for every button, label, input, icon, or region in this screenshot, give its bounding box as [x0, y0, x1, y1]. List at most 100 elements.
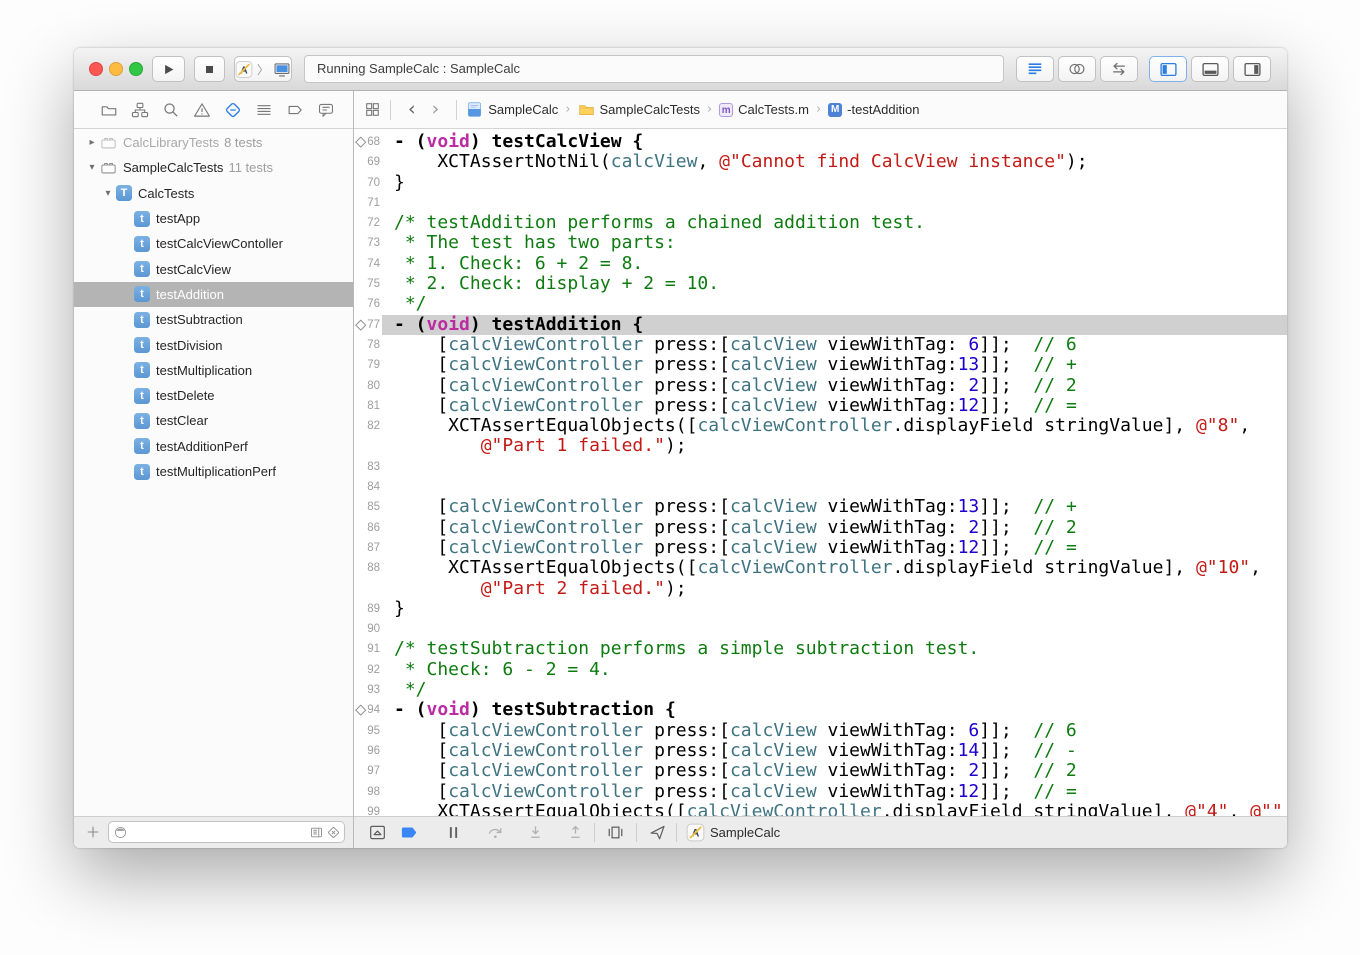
assistant-editor-button[interactable]	[1058, 56, 1096, 82]
navigator-filter-bar	[74, 816, 353, 848]
zoom-window-button[interactable]	[129, 62, 143, 76]
code-line-79[interactable]: 79 [calcViewController press:[calcView v…	[354, 355, 1287, 375]
code-line-93[interactable]: 93 */	[354, 680, 1287, 700]
code-line-83[interactable]: 83	[354, 457, 1287, 477]
breadcrumb-samplecalctests[interactable]: SampleCalcTests	[578, 101, 700, 118]
source-editor[interactable]: 68- (void) testCalcView {69 XCTAssertNot…	[354, 129, 1287, 816]
code-line-76[interactable]: 76 */	[354, 294, 1287, 314]
divider	[594, 823, 595, 842]
failed-tests-filter-icon[interactable]	[326, 825, 341, 840]
minimize-window-button[interactable]	[109, 62, 123, 76]
test-list-item-SampleCalcTests[interactable]: ▾SampleCalcTests11 tests	[74, 155, 353, 180]
breadcrumb-testaddition[interactable]: M-testAddition	[828, 102, 919, 117]
test-navigator-tab[interactable]	[224, 101, 242, 119]
code-line-94[interactable]: 94- (void) testSubtraction {	[354, 700, 1287, 720]
stop-button[interactable]	[194, 56, 225, 82]
test-list-item-testAddition[interactable]: ttestAddition	[74, 282, 353, 307]
step-out-button[interactable]	[566, 823, 585, 842]
test-list-item-testClear[interactable]: ttestClear	[74, 408, 353, 433]
code-line-75[interactable]: 75 * 2. Check: display + 2 = 10.	[354, 274, 1287, 294]
simulate-location-button[interactable]	[648, 823, 667, 842]
code-line-74[interactable]: 74 * 1. Check: 6 + 2 = 8.	[354, 254, 1287, 274]
breadcrumb-calctestsm[interactable]: mCalcTests.m	[719, 102, 809, 117]
debug-bar: ASampleCalc	[354, 816, 1287, 848]
code-line-98[interactable]: 98 [calcViewController press:[calcView v…	[354, 782, 1287, 802]
add-button[interactable]	[85, 824, 101, 840]
issue-navigator-tab[interactable]	[193, 101, 211, 119]
step-over-button[interactable]	[486, 823, 505, 842]
hide-debug-area-button[interactable]	[368, 823, 387, 842]
step-into-button[interactable]	[526, 823, 545, 842]
filter-scope-icon[interactable]	[113, 825, 128, 840]
line-number: 71	[354, 193, 380, 213]
test-list-item-CalcLibraryTests[interactable]: ▸CalcLibraryTests8 tests	[74, 130, 353, 155]
test-list-item-testCalcView[interactable]: ttestCalcView	[74, 256, 353, 281]
code-line-87[interactable]: 87 [calcViewController press:[calcView v…	[354, 538, 1287, 558]
line-number: 76	[354, 294, 380, 314]
code-line-70[interactable]: 70}	[354, 173, 1287, 193]
test-list-item-testDelete[interactable]: ttestDelete	[74, 383, 353, 408]
test-list-item-testApp[interactable]: ttestApp	[74, 206, 353, 231]
code-line-99[interactable]: 99 XCTAssertEqualObjects([calcViewContro…	[354, 802, 1287, 816]
related-items-icon[interactable]	[364, 101, 381, 118]
code-line-wrap[interactable]: @"Part 2 failed.");	[354, 579, 1287, 599]
debug-navigator-tab[interactable]	[255, 101, 273, 119]
code-line-72[interactable]: 72/* testAddition performs a chained add…	[354, 213, 1287, 233]
pause-button[interactable]	[444, 823, 463, 842]
code-line-68[interactable]: 68- (void) testCalcView {	[354, 132, 1287, 152]
code-line-89[interactable]: 89}	[354, 599, 1287, 619]
code-line-81[interactable]: 81 [calcViewController press:[calcView v…	[354, 396, 1287, 416]
toggle-inspector-button[interactable]	[1233, 56, 1271, 82]
scheme-selector[interactable]: A 〉	[234, 56, 292, 82]
code-line-73[interactable]: 73 * The test has two parts:	[354, 233, 1287, 253]
test-list-item-testAdditionPerf[interactable]: ttestAdditionPerf	[74, 434, 353, 459]
breakpoint-navigator-tab[interactable]	[286, 101, 304, 119]
code-line-82[interactable]: 82 XCTAssertEqualObjects([calcViewContro…	[354, 416, 1287, 436]
code-line-90[interactable]: 90	[354, 619, 1287, 639]
breakpoints-enabled-button[interactable]	[400, 823, 419, 842]
code-line-78[interactable]: 78 [calcViewController press:[calcView v…	[354, 335, 1287, 355]
disclosure-closed-icon[interactable]: ▸	[84, 137, 100, 148]
recent-tests-filter-icon[interactable]	[309, 825, 324, 840]
debug-view-hierarchy-button[interactable]	[606, 823, 625, 842]
chevron-back-icon[interactable]: ‹	[408, 100, 416, 119]
code-line-85[interactable]: 85 [calcViewController press:[calcView v…	[354, 497, 1287, 517]
report-navigator-tab[interactable]	[317, 101, 335, 119]
code-line-86[interactable]: 86 [calcViewController press:[calcView v…	[354, 518, 1287, 538]
code-line-80[interactable]: 80 [calcViewController press:[calcView v…	[354, 376, 1287, 396]
code-line-88[interactable]: 88 XCTAssertEqualObjects([calcViewContro…	[354, 558, 1287, 578]
toggle-debug-area-button[interactable]	[1191, 56, 1229, 82]
toggle-navigator-button[interactable]	[1149, 56, 1187, 82]
project-navigator-tab[interactable]	[100, 101, 118, 119]
test-list-item-CalcTests[interactable]: ▾TCalcTests	[74, 181, 353, 206]
version-editor-button[interactable]	[1100, 56, 1138, 82]
test-list-item-testDivision[interactable]: ttestDivision	[74, 332, 353, 357]
code-line-92[interactable]: 92 * Check: 6 - 2 = 4.	[354, 660, 1287, 680]
breadcrumb-samplecalc[interactable]: SampleCalc	[466, 101, 558, 118]
run-button[interactable]	[152, 56, 185, 82]
chevron-forward-icon[interactable]: ›	[432, 100, 440, 119]
test-list-item-testCalcViewContoller[interactable]: ttestCalcViewContoller	[74, 231, 353, 256]
code-line-95[interactable]: 95 [calcViewController press:[calcView v…	[354, 721, 1287, 741]
test-list-item-testMultiplicationPerf[interactable]: ttestMultiplicationPerf	[74, 459, 353, 484]
code-line-69[interactable]: 69 XCTAssertNotNil(calcView, @"Cannot fi…	[354, 152, 1287, 172]
code-line-96[interactable]: 96 [calcViewController press:[calcView v…	[354, 741, 1287, 761]
line-number: 82	[354, 416, 380, 436]
code-line-77[interactable]: 77- (void) testAddition {	[354, 315, 1287, 335]
standard-editor-button[interactable]	[1016, 56, 1054, 82]
disclosure-open-icon[interactable]: ▾	[84, 162, 100, 173]
code-line-91[interactable]: 91/* testSubtraction performs a simple s…	[354, 639, 1287, 659]
code-text: /* testAddition performs a chained addit…	[394, 213, 925, 233]
disclosure-open-icon[interactable]: ▾	[100, 188, 116, 199]
code-line-wrap[interactable]: @"Part 1 failed.");	[354, 436, 1287, 456]
code-line-97[interactable]: 97 [calcViewController press:[calcView v…	[354, 761, 1287, 781]
test-list-item-testSubtraction[interactable]: ttestSubtraction	[74, 307, 353, 332]
code-line-71[interactable]: 71	[354, 193, 1287, 213]
test-list-item-testMultiplication[interactable]: ttestMultiplication	[74, 358, 353, 383]
filter-field[interactable]	[108, 821, 345, 843]
jump-bar: ‹›SampleCalc›SampleCalcTests›mCalcTests.…	[354, 91, 1287, 129]
close-window-button[interactable]	[89, 62, 103, 76]
symbol-navigator-tab[interactable]	[131, 101, 149, 119]
find-navigator-tab[interactable]	[162, 101, 180, 119]
code-line-84[interactable]: 84	[354, 477, 1287, 497]
